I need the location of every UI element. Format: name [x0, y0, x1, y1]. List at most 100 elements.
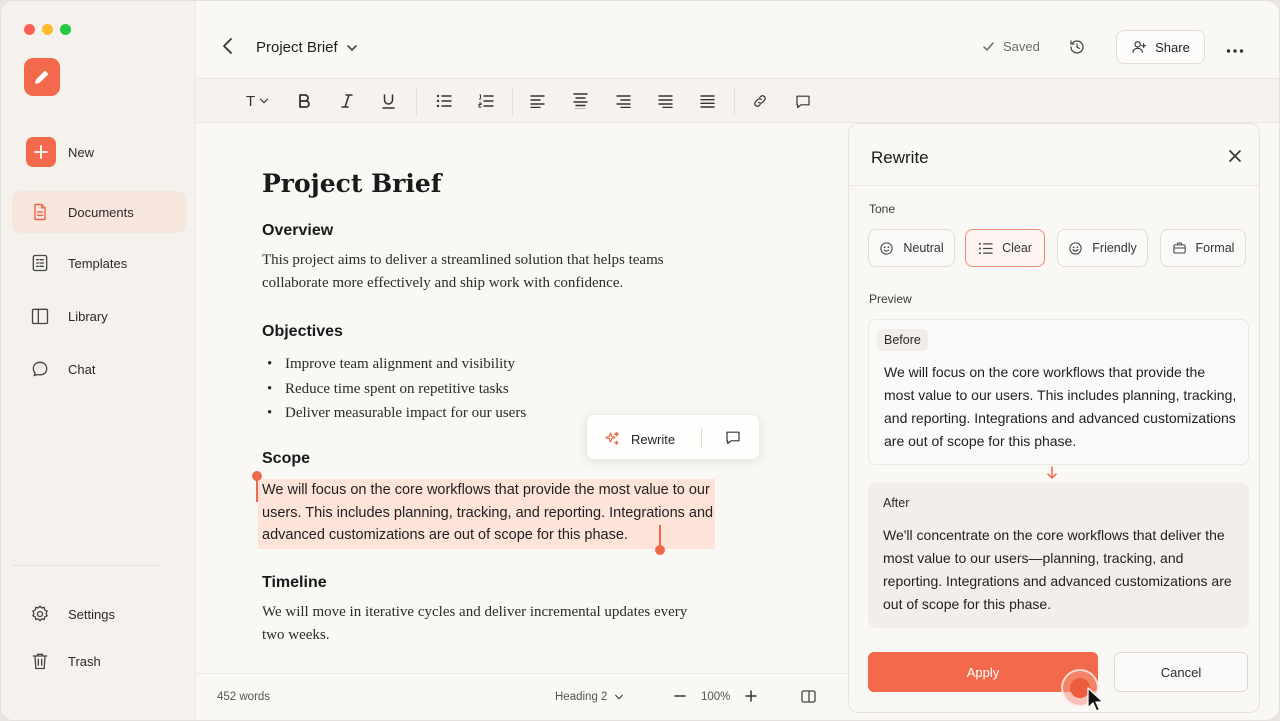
new-button[interactable]: New [26, 137, 94, 167]
rewrite-label: Rewrite [631, 431, 676, 447]
align-right-button[interactable] [616, 91, 631, 111]
overview-paragraph: This project aims to deliver a streamlin… [262, 252, 664, 291]
zoom-out-button[interactable] [674, 689, 686, 706]
align-left-button[interactable] [530, 91, 545, 111]
templates-icon [32, 254, 48, 272]
scope-paragraph: We will focus on the core workflows that… [262, 482, 714, 543]
sidebar-item-label: Chat [68, 361, 96, 377]
selection-start-caret [256, 478, 258, 502]
sidebar-item-label: Trash [68, 653, 101, 669]
toolbar-divider [416, 87, 417, 115]
tone-formal-button[interactable]: Formal [1160, 229, 1246, 267]
close-icon [1229, 150, 1241, 162]
tone-clear-button[interactable]: Clear [965, 229, 1045, 267]
sidebar-item-label: Settings [68, 606, 115, 622]
sidebar-item-trash[interactable]: Trash [12, 640, 186, 682]
more-options-button[interactable] [1226, 41, 1244, 59]
panel-title: Rewrite [871, 148, 929, 167]
plus-icon [745, 690, 757, 702]
app-window: New Documents Templates Library Chat Set… [0, 0, 1280, 721]
status-bar: 452 words Heading 2 100% [196, 673, 848, 720]
bold-button[interactable] [298, 91, 310, 111]
new-label: New [68, 144, 95, 160]
align-justify-button[interactable] [700, 91, 715, 111]
italic-button[interactable] [341, 91, 353, 111]
paragraph-style-dropdown[interactable]: Heading 2 [555, 691, 624, 703]
bulleted-list-button[interactable] [436, 91, 452, 111]
briefcase-icon [1172, 242, 1186, 254]
tone-label-text: Neutral [903, 241, 944, 255]
before-preview: Before We will focus on the core workflo… [868, 319, 1249, 465]
library-icon [31, 308, 49, 325]
selection-popover: Rewrite [586, 414, 760, 460]
close-panel-button[interactable] [1228, 149, 1242, 168]
chevron-down-icon [347, 45, 357, 51]
sidebar-panel-icon [801, 690, 816, 703]
add-comment-button[interactable] [795, 91, 811, 111]
plus-icon [26, 137, 56, 167]
align-center-button[interactable] [573, 91, 588, 111]
sidebar-item-chat[interactable]: Chat [12, 348, 186, 390]
text-style-icon: T [246, 92, 256, 110]
sidebar-item-label: Library [68, 308, 108, 324]
zoom-in-button[interactable] [745, 689, 757, 706]
sidebar-item-library[interactable]: Library [12, 295, 186, 337]
list-item: Reduce time spent on repetitive tasks [262, 377, 526, 402]
document-title[interactable]: Project Brief [256, 39, 338, 56]
top-bar: Project Brief Saved Share [196, 1, 1279, 79]
sidebar: New Documents Templates Library Chat Set… [1, 1, 196, 720]
version-history-button[interactable] [1068, 38, 1086, 61]
tone-label-text: Friendly [1092, 241, 1137, 255]
close-window-button[interactable] [24, 24, 35, 35]
window-controls [24, 24, 71, 35]
pencil-icon [35, 70, 49, 84]
document-heading: Project Brief [262, 169, 442, 198]
after-text: We'll concentrate on the core workflows … [883, 527, 1232, 612]
check-icon [983, 42, 994, 51]
tone-label-text: Formal [1195, 241, 1235, 255]
align-justify-right-button[interactable] [658, 91, 673, 111]
cancel-button[interactable]: Cancel [1114, 652, 1248, 692]
insert-link-button[interactable] [752, 91, 768, 111]
sidebar-item-settings[interactable]: Settings [12, 593, 186, 635]
toolbar-divider [512, 87, 513, 115]
document-icon [34, 203, 46, 221]
rewrite-button[interactable]: Rewrite [603, 430, 675, 448]
sidebar-divider [13, 565, 161, 566]
section-heading-scope: Scope [262, 450, 311, 467]
maximize-window-button[interactable] [60, 24, 71, 35]
share-label: Share [1155, 39, 1190, 55]
zoom-level: 100% [701, 691, 731, 703]
bulleted-list-icon [436, 94, 452, 108]
underline-icon [382, 93, 395, 109]
comment-button[interactable] [725, 430, 741, 450]
smiley-icon [880, 241, 893, 255]
toggle-panel-button[interactable] [801, 690, 816, 706]
saved-status: Saved [982, 39, 1040, 54]
timeline-paragraph: We will move in iterative cycles and del… [262, 604, 688, 643]
italic-icon [341, 94, 353, 108]
sidebar-item-documents[interactable]: Documents [12, 191, 186, 233]
tone-neutral-button[interactable]: Neutral [868, 229, 955, 267]
chevron-left-icon [223, 38, 232, 54]
numbered-list-button[interactable] [478, 91, 494, 111]
selection-end-caret [659, 525, 661, 547]
tone-friendly-button[interactable]: Friendly [1057, 229, 1148, 267]
back-button[interactable] [221, 37, 235, 60]
paragraph-style-label: Heading 2 [555, 691, 608, 703]
app-logo [24, 58, 60, 96]
sparkles-icon [605, 431, 619, 445]
text-style-dropdown[interactable]: T [246, 91, 269, 111]
document-editor[interactable]: Project Brief Overview This project aims… [196, 123, 848, 673]
minimize-window-button[interactable] [42, 24, 53, 35]
section-heading-overview: Overview [262, 222, 334, 239]
share-button[interactable]: Share [1116, 30, 1205, 64]
selection-end-handle[interactable] [655, 545, 665, 555]
sidebar-item-label: Templates [68, 255, 128, 271]
underline-button[interactable] [382, 91, 395, 111]
title-menu-button[interactable] [346, 41, 358, 59]
sidebar-item-templates[interactable]: Templates [12, 242, 186, 284]
list-icon [978, 242, 993, 254]
word-count: 452 words [217, 691, 271, 703]
chat-icon [32, 361, 48, 377]
